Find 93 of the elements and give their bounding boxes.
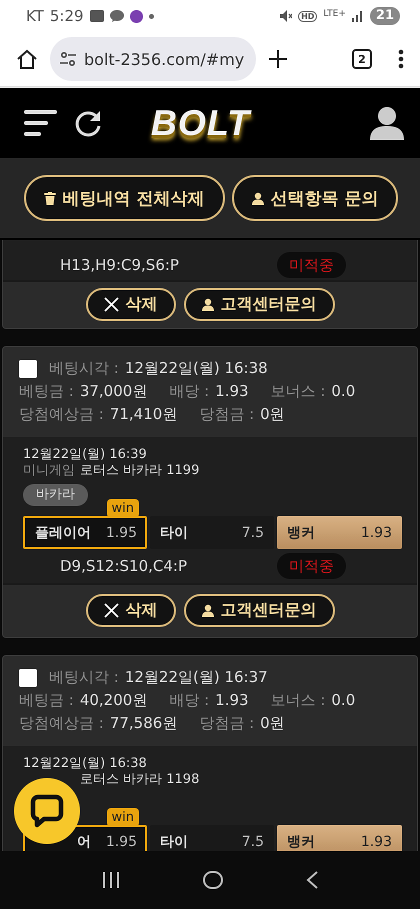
trash-icon	[44, 192, 56, 204]
option-odds: 1.93	[360, 524, 392, 540]
field-value: 1.93	[215, 381, 249, 402]
tab-count[interactable]: 2	[352, 49, 372, 69]
field-value: 12월22일(월) 16:38	[124, 358, 268, 379]
field-label: 당첨예상금 :	[19, 713, 104, 734]
battery-level: 21	[370, 7, 400, 25]
field-label: 베팅시각 :	[49, 358, 119, 379]
field-value: 37,000원	[80, 381, 148, 402]
delete-button[interactable]: 삭제	[86, 594, 176, 627]
field-label: 배당 :	[169, 690, 210, 711]
win-badge: win	[106, 499, 139, 518]
status-badge: 미적중	[277, 252, 346, 278]
result-text: H13,H9:C9,S6:P	[60, 256, 180, 274]
option-label: 뱅커	[287, 524, 316, 542]
home-icon[interactable]	[202, 871, 223, 889]
inquiry-button[interactable]: 고객센터문의	[184, 594, 334, 627]
option-odds: 7.5	[242, 524, 264, 540]
field-value: 77,586원	[110, 713, 178, 734]
carrier: KT	[26, 7, 44, 25]
more-icon[interactable]	[398, 49, 404, 69]
option-odds: 1.95	[106, 524, 137, 540]
chat-bubble-icon	[110, 10, 124, 22]
option-label: 타이	[160, 524, 189, 542]
game-name: 로터스 바카라 1199	[80, 463, 200, 479]
field-label: 당첨금 :	[199, 404, 254, 425]
option-odds: 1.93	[360, 834, 392, 850]
result-text: D9,S12:S10,C4:P	[60, 557, 188, 575]
close-icon	[104, 297, 118, 312]
option-odds: 1.95	[106, 834, 137, 850]
hd-indicator: HD	[298, 10, 318, 22]
site-settings-icon[interactable]	[60, 52, 76, 66]
close-icon	[104, 603, 118, 618]
checkbox[interactable]	[19, 668, 37, 686]
bet-option[interactable]: 타이 7.5	[150, 825, 274, 851]
person-icon	[252, 192, 264, 204]
person-icon	[202, 298, 214, 311]
bet-option[interactable]: 플레이어 1.95	[23, 516, 147, 549]
field-label: 베팅시각 :	[49, 667, 119, 688]
url-text: bolt-2356.com/#my	[84, 50, 244, 68]
field-label: 베팅금 :	[19, 690, 74, 711]
back-icon[interactable]	[306, 871, 318, 889]
app-icon	[130, 10, 143, 22]
field-value: 0.0	[331, 690, 356, 711]
plus-icon[interactable]	[268, 49, 288, 69]
field-label: 당첨예상금 :	[19, 404, 104, 425]
delete-button[interactable]: 삭제	[86, 288, 176, 321]
option-label: 타이	[160, 832, 189, 850]
inquiry-button[interactable]: 선택항목 문의	[232, 175, 398, 221]
network-type: LTE+	[323, 9, 346, 19]
field-label: 배당 :	[169, 381, 210, 402]
field-value: 1.93	[215, 690, 249, 711]
game-category: 미니게임	[23, 463, 75, 478]
field-value: 40,200원	[80, 690, 148, 711]
game-tag: 바카라	[23, 484, 88, 506]
field-label: 보너스 :	[270, 381, 326, 402]
field-label: 당첨금 :	[199, 713, 254, 734]
clock: 5:29	[50, 7, 84, 25]
game-time: 12월22일(월) 16:39	[23, 447, 147, 462]
field-value: 0.0	[331, 381, 356, 402]
user-icon[interactable]	[370, 106, 404, 140]
checkbox[interactable]	[19, 360, 37, 378]
inquiry-button[interactable]: 고객센터문의	[184, 288, 334, 321]
delete-all-button[interactable]: 베팅내역 전체삭제	[24, 175, 224, 221]
address-bar[interactable]: bolt-2356.com/#my	[50, 37, 256, 81]
bet-option[interactable]: 타이 7.5	[150, 516, 274, 549]
bet-option[interactable]: 뱅커 1.93	[277, 516, 402, 549]
bet-option[interactable]: 뱅커 1.93	[277, 825, 402, 851]
field-value: 71,410원	[110, 404, 178, 425]
option-label: 플레이어	[34, 524, 91, 542]
option-label: 어	[76, 832, 91, 850]
win-badge: win	[106, 808, 139, 827]
mute-icon	[280, 10, 292, 22]
field-value: 12월22일(월) 16:37	[124, 667, 268, 688]
recent-apps-icon[interactable]	[102, 872, 120, 888]
game-name: 로터스 바카라 1198	[80, 772, 200, 788]
menu-icon[interactable]	[24, 108, 57, 138]
field-value: 0원	[260, 713, 285, 734]
status-badge: 미적중	[277, 553, 346, 579]
dot-icon	[148, 14, 154, 18]
game-time: 12월22일(월) 16:38	[23, 756, 147, 771]
field-value: 0원	[260, 404, 285, 425]
person-icon	[202, 604, 214, 617]
home-icon[interactable]	[16, 48, 38, 70]
field-label: 베팅금 :	[19, 381, 74, 402]
option-label: 뱅커	[287, 832, 316, 850]
refresh-icon[interactable]	[75, 109, 103, 137]
logo[interactable]: BOLT	[150, 102, 250, 143]
chat-icon	[30, 794, 64, 828]
field-label: 보너스 :	[270, 690, 326, 711]
option-odds: 7.5	[242, 834, 264, 850]
app-icon	[90, 10, 104, 22]
signal-icon	[352, 10, 364, 22]
